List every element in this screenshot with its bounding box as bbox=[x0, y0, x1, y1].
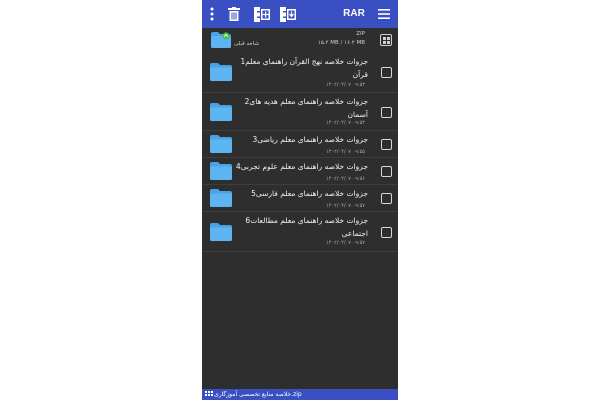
select-checkbox[interactable] bbox=[381, 67, 392, 78]
file-name: جزوات خلاصه راهنمای معلم مطالعات6 اجتماع… bbox=[245, 216, 368, 238]
current-path: خلاصه منابع تخصصی آموزگاری.zip bbox=[214, 391, 302, 398]
parent-folder-label: شاخه قبلی bbox=[234, 41, 260, 47]
archive-add-icon[interactable] bbox=[253, 4, 271, 24]
folder-icon bbox=[210, 223, 232, 241]
app-title: RAR bbox=[343, 8, 365, 19]
bottom-path-bar: خلاصه منابع تخصصی آموزگاری.zip bbox=[202, 389, 398, 400]
file-date: ۱۴۰۲/۰۴/۰۷ ۰۹:۵۷ bbox=[326, 203, 365, 209]
more-vertical-icon[interactable] bbox=[206, 4, 218, 24]
trash-icon[interactable] bbox=[226, 4, 242, 24]
archive-extract-icon[interactable] bbox=[279, 4, 297, 24]
select-checkbox[interactable] bbox=[381, 166, 392, 177]
folder-icon bbox=[210, 189, 232, 207]
archive-size: ۱۵.۲ MB / ۱۶.۲ MB bbox=[317, 40, 365, 46]
list-item[interactable]: جزوات خلاصه راهنمای معلم علوم تجربی4 ۱۴۰… bbox=[202, 158, 398, 185]
archive-type: ZIP bbox=[356, 31, 365, 37]
folder-icon bbox=[210, 63, 232, 81]
parent-folder-row[interactable]: شاخه قبلی ZIP ۱۵.۲ MB / ۱۶.۲ MB bbox=[202, 30, 398, 52]
list-item[interactable]: جزوات خلاصه نهج القرآن راهنمای معلم1 قرآ… bbox=[202, 52, 398, 93]
grid-view-icon[interactable] bbox=[380, 34, 392, 46]
select-checkbox[interactable] bbox=[381, 107, 392, 118]
grid-icon bbox=[205, 391, 213, 398]
list-item[interactable]: جزوات خلاصه راهنمای معلم ریاضی3 ۱۴۰۲/۰۴/… bbox=[202, 131, 398, 158]
file-date: ۱۴۰۲/۰۴/۰۷ ۰۹:۵۴ bbox=[326, 120, 365, 126]
file-name: جزوات خلاصه راهنمای معلم هدیه های2 آسمان bbox=[244, 97, 368, 119]
folder-icon bbox=[210, 103, 232, 121]
select-checkbox[interactable] bbox=[381, 227, 392, 238]
file-name: جزوات خلاصه راهنمای معلم علوم تجربی4 bbox=[235, 162, 368, 171]
file-date: ۱۴۰۲/۰۴/۰۷ ۰۹:۵۶ bbox=[326, 176, 365, 182]
top-toolbar: RAR bbox=[202, 0, 398, 28]
file-date: ۱۴۰۲/۰۴/۰۷ ۰۹:۵۷ bbox=[326, 240, 365, 246]
file-date: ۱۴۰۲/۰۴/۰۷ ۰۹:۵۵ bbox=[326, 149, 365, 155]
select-checkbox[interactable] bbox=[381, 139, 392, 150]
list-item[interactable]: جزوات خلاصه راهنمای معلم فارسی5 ۱۴۰۲/۰۴/… bbox=[202, 185, 398, 212]
folder-icon bbox=[210, 135, 232, 153]
file-name: جزوات خلاصه راهنمای معلم فارسی5 bbox=[251, 189, 368, 198]
list-item[interactable]: جزوات خلاصه راهنمای معلم مطالعات6 اجتماع… bbox=[202, 212, 398, 252]
select-checkbox[interactable] bbox=[381, 193, 392, 204]
file-name: جزوات خلاصه راهنمای معلم ریاضی3 bbox=[252, 135, 369, 144]
list-item[interactable]: جزوات خلاصه راهنمای معلم هدیه های2 آسمان… bbox=[202, 93, 398, 131]
app-window: RAR شاخه قبلی ZIP ۱۵.۲ MB / ۱۶.۲ MB جزوا… bbox=[202, 0, 398, 400]
file-date: ۱۴۰۲/۰۴/۰۷ ۰۹:۵۳ bbox=[326, 82, 365, 88]
folder-up-icon bbox=[211, 32, 231, 48]
file-name: جزوات خلاصه نهج القرآن راهنمای معلم1 قرآ… bbox=[240, 57, 368, 79]
hamburger-menu-icon[interactable] bbox=[377, 4, 391, 24]
folder-icon bbox=[210, 162, 232, 180]
